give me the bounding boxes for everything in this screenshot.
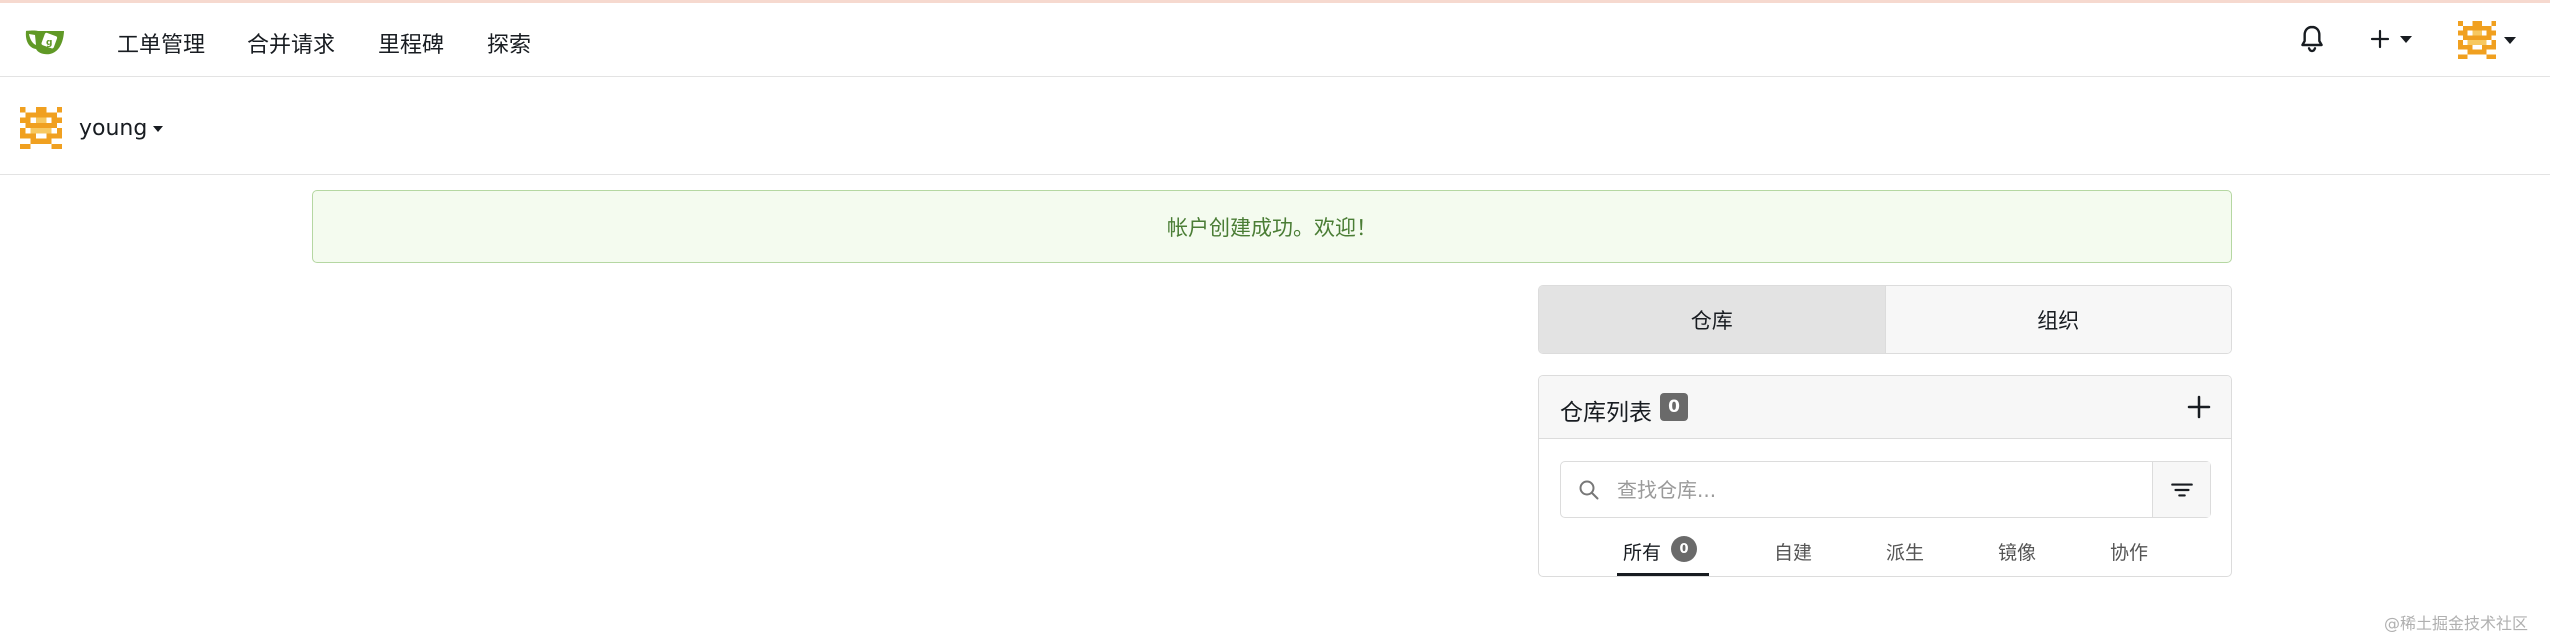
watermark: @稀土掘金技术社区 xyxy=(2384,614,2529,633)
repo-filter-tabs: 所有 0 自建 派生 镜像 协作 xyxy=(1539,528,2231,576)
tab-sources-label: 自建 xyxy=(1774,542,1813,564)
repo-count-badge: 0 xyxy=(1660,393,1688,421)
context-username: young xyxy=(79,116,148,141)
nav-milestones[interactable]: 里程碑 xyxy=(378,27,444,59)
add-repo-plus-icon[interactable] xyxy=(2184,392,2214,422)
svg-text:g: g xyxy=(46,38,52,48)
bell-icon[interactable] xyxy=(2296,23,2328,55)
repo-list-title: 仓库列表 xyxy=(1560,400,1652,426)
active-tab-underline xyxy=(1617,573,1709,576)
chevron-down-icon xyxy=(153,125,164,132)
chevron-down-icon xyxy=(2504,36,2516,44)
avatar xyxy=(20,107,62,149)
flash-success-message: 帐户创建成功。欢迎！ xyxy=(312,190,2232,263)
tab-repositories-label: 仓库 xyxy=(1690,308,1733,333)
avatar xyxy=(2458,21,2496,59)
tab-mirrors[interactable]: 镜像 xyxy=(1998,528,2036,576)
repo-search-input[interactable] xyxy=(1615,462,2145,517)
nav-issues[interactable]: 工单管理 xyxy=(117,27,205,59)
context-header: young xyxy=(0,77,2550,175)
chevron-down-icon xyxy=(2400,35,2412,43)
tab-all-label: 所有 xyxy=(1623,542,1662,564)
filter-icon xyxy=(2170,483,2193,496)
plus-icon xyxy=(2370,29,2390,49)
flash-text: 帐户创建成功。欢迎！ xyxy=(1167,215,1377,240)
tab-sources[interactable]: 自建 xyxy=(1774,528,1812,576)
user-menu-dropdown[interactable] xyxy=(2458,20,2528,60)
tab-organizations-label: 组织 xyxy=(2037,308,2080,333)
tab-all[interactable]: 所有 0 xyxy=(1623,528,1698,576)
top-navbar: g 工单管理 合并请求 里程碑 探索 xyxy=(0,3,2550,77)
tab-collaborative-label: 协作 xyxy=(2110,542,2149,564)
create-new-dropdown[interactable] xyxy=(2368,23,2428,55)
repo-org-switch: 仓库 组织 xyxy=(1538,285,2232,354)
gitea-logo-icon[interactable]: g xyxy=(24,21,70,59)
repo-list-header: 仓库列表 0 xyxy=(1539,376,2231,439)
filter-button[interactable] xyxy=(2152,462,2210,517)
context-user-switcher[interactable]: young xyxy=(79,116,164,141)
tab-organizations[interactable]: 组织 xyxy=(1884,286,2231,353)
nav-explore[interactable]: 探索 xyxy=(487,27,531,59)
repo-list-panel: 仓库列表 0 所有 0 自建 派生 镜像 xyxy=(1538,375,2232,577)
tab-forks-label: 派生 xyxy=(1886,542,1925,564)
tab-collaborative[interactable]: 协作 xyxy=(2110,528,2148,576)
repo-search-box xyxy=(1560,461,2211,518)
tab-all-count-badge: 0 xyxy=(1671,536,1698,562)
search-icon xyxy=(1579,480,1599,500)
tab-forks[interactable]: 派生 xyxy=(1886,528,1924,576)
nav-pull-requests[interactable]: 合并请求 xyxy=(247,27,335,59)
tab-repositories[interactable]: 仓库 xyxy=(1539,286,1885,353)
tab-mirrors-label: 镜像 xyxy=(1998,542,2037,564)
